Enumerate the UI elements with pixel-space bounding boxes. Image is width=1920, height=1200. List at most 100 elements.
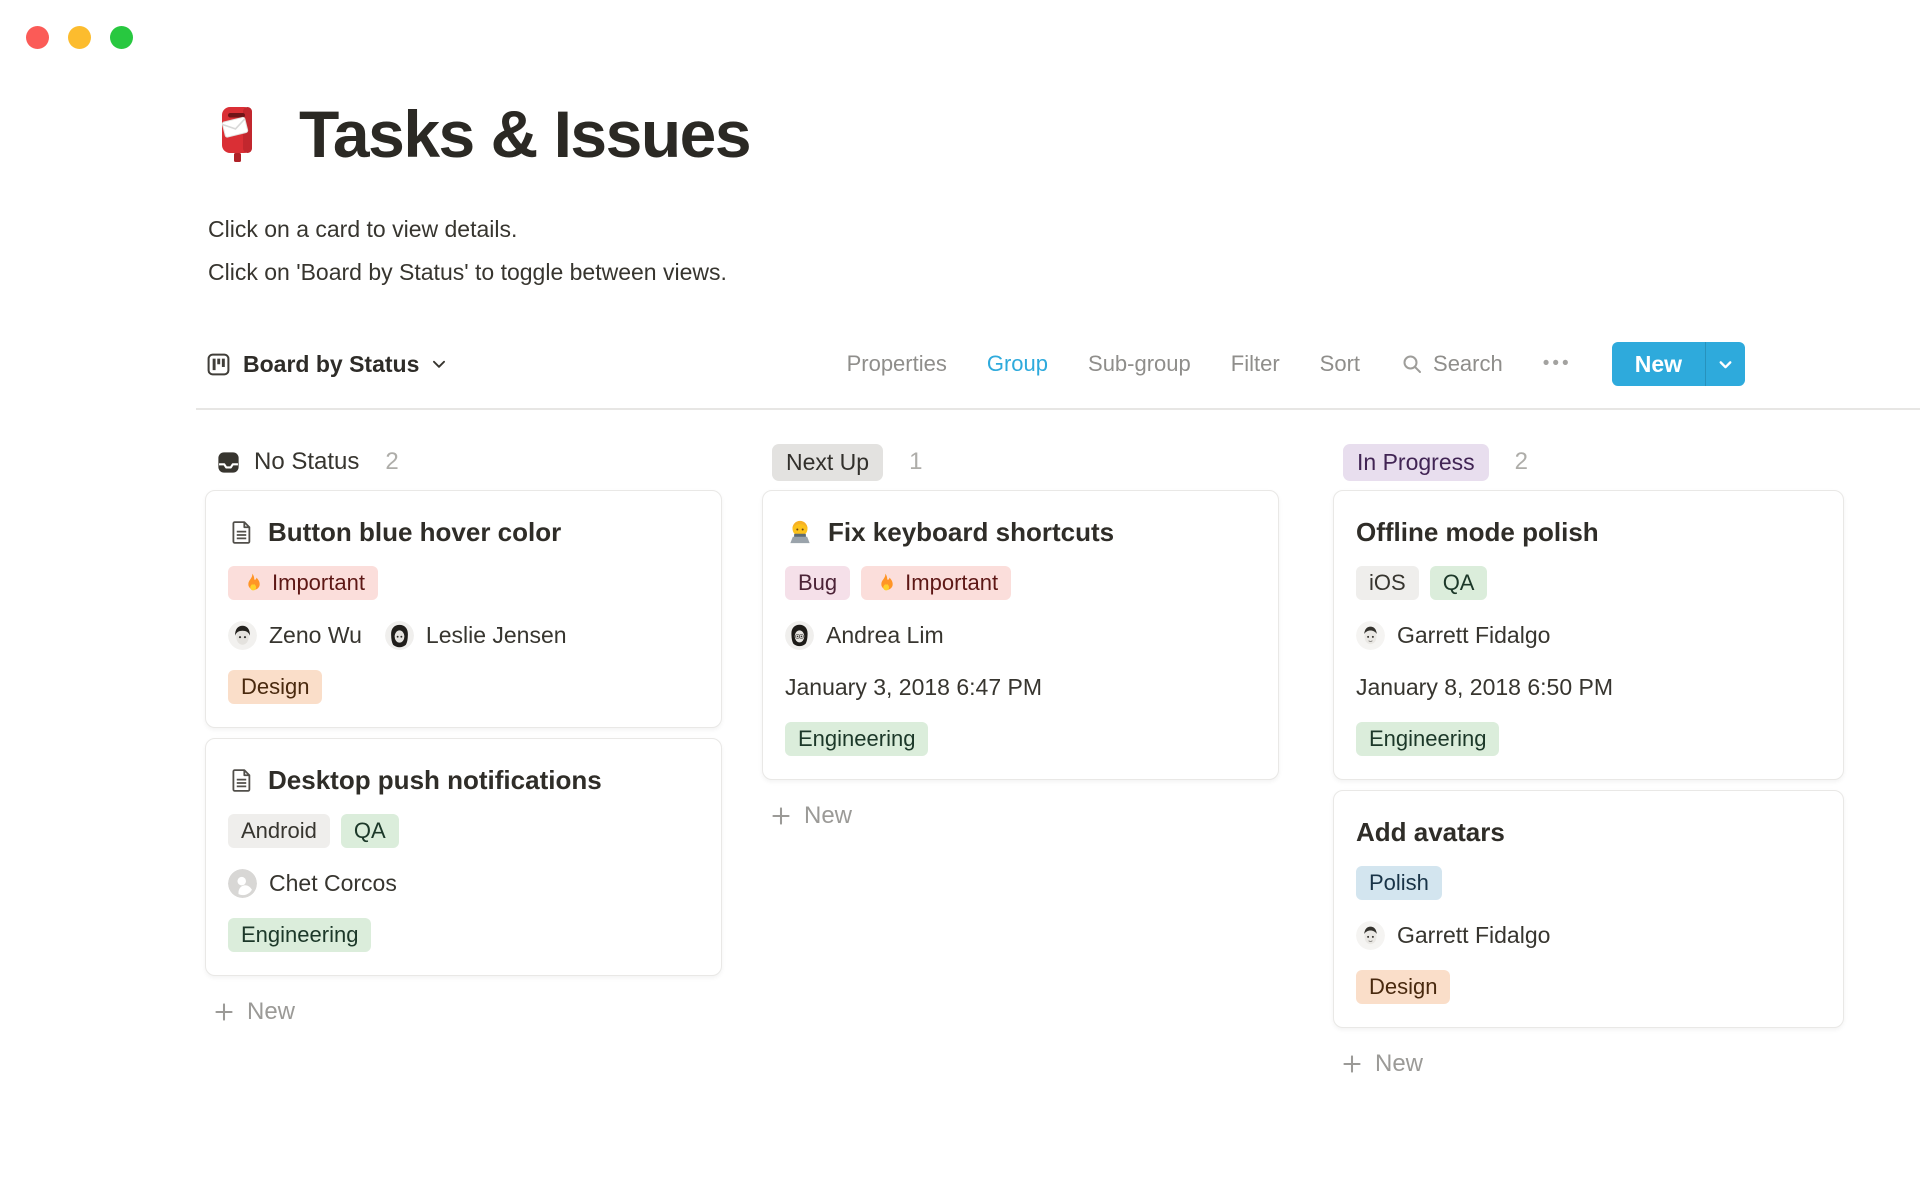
tag-pill: Engineering <box>1356 722 1500 756</box>
card-tags-row: Android QA <box>228 813 699 849</box>
close-window-button[interactable] <box>26 26 49 49</box>
plus-icon <box>770 805 792 827</box>
toolbar-actions: Properties Group Sub-group Filter Sort S… <box>847 342 1745 386</box>
person-name: Zeno Wu <box>269 621 362 648</box>
description-line: Click on a card to view details. <box>208 216 518 242</box>
properties-menu-item[interactable]: Properties <box>847 351 947 377</box>
tag-pill: Bug <box>785 566 851 600</box>
postbox-emoji-icon <box>207 101 271 167</box>
person-name: Garrett Fidalgo <box>1397 621 1551 648</box>
person: Garrett Fidalgo <box>1356 620 1551 650</box>
card-tags-row: Engineering <box>785 721 1256 757</box>
card-tags-row: Engineering <box>228 917 699 953</box>
board-card[interactable]: Add avatars Polish Garrett Fidalgo Desig… <box>1333 790 1844 1028</box>
card-tags-row: Design <box>1356 969 1821 1005</box>
tag-pill: Important <box>228 566 378 600</box>
card-tags-row: Important <box>228 565 699 601</box>
sort-menu-item[interactable]: Sort <box>1320 351 1360 377</box>
card-title-row: Add avatars <box>1356 815 1821 849</box>
person: Andrea Lim <box>785 620 944 650</box>
technologist-emoji-icon <box>785 517 815 547</box>
new-button-group: New <box>1611 342 1745 386</box>
card-title-row: Fix keyboard shortcuts <box>785 515 1256 549</box>
add-card-button[interactable]: New <box>762 796 1279 836</box>
column-header[interactable]: Next Up 1 <box>762 440 1279 484</box>
view-toolbar: Board by Status Properties Group Sub-gro… <box>205 338 1745 390</box>
card-title: Button blue hover color <box>268 517 562 547</box>
card-date: January 3, 2018 6:47 PM <box>785 673 1042 700</box>
tag-pill: QA <box>340 814 399 848</box>
page-title: Tasks & Issues <box>299 97 752 171</box>
fire-emoji-icon <box>241 572 263 594</box>
zoom-window-button[interactable] <box>110 26 133 49</box>
board-card[interactable]: Button blue hover color Important Zeno W… <box>205 490 722 728</box>
sub-group-menu-item[interactable]: Sub-group <box>1088 351 1191 377</box>
card-title: Offline mode polish <box>1356 517 1599 547</box>
description-line: Click on 'Board by Status' to toggle bet… <box>208 259 727 285</box>
plus-icon <box>1341 1053 1363 1075</box>
board-column-next-up: Next Up 1 Fix keyboard shortcuts Bug Imp… <box>762 440 1279 836</box>
page-header: Tasks & Issues <box>207 96 752 172</box>
card-tags-row: Design <box>228 669 699 705</box>
page-icon <box>228 519 255 546</box>
board-view-icon <box>205 351 232 378</box>
chevron-down-icon <box>430 355 448 373</box>
plus-icon <box>213 1001 235 1023</box>
person-name: Garrett Fidalgo <box>1397 921 1551 948</box>
notion-board-window: Tasks & Issues Click on a card to view d… <box>0 0 1920 1200</box>
tag-pill: Engineering <box>785 722 929 756</box>
new-button[interactable]: New <box>1612 342 1705 386</box>
page-icon <box>228 767 255 794</box>
add-card-label: New <box>247 998 296 1025</box>
add-card-label: New <box>804 802 853 829</box>
minimize-window-button[interactable] <box>68 26 91 49</box>
card-people-row: Andrea Lim <box>785 617 1256 653</box>
add-card-label: New <box>1375 1050 1424 1077</box>
board-card[interactable]: Offline mode polish iOS QA Garrett Fidal… <box>1333 490 1844 780</box>
person-name: Leslie Jensen <box>425 621 567 648</box>
card-title-row: Desktop push notifications <box>228 763 699 797</box>
view-switcher[interactable]: Board by Status <box>205 351 448 378</box>
board-card[interactable]: Fix keyboard shortcuts Bug Important And… <box>762 490 1279 780</box>
add-card-button[interactable]: New <box>1333 1044 1844 1084</box>
column-status-pill: Next Up <box>772 443 884 481</box>
person: Zeno Wu <box>228 620 362 650</box>
search-label: Search <box>1433 351 1503 376</box>
tag-pill: Engineering <box>228 918 372 952</box>
card-tags-row: Engineering <box>1356 721 1821 757</box>
search-button[interactable]: Search <box>1400 351 1503 377</box>
card-title-row: Button blue hover color <box>228 515 699 549</box>
board-column-in-progress: In Progress 2 Offline mode polish iOS QA <box>1333 440 1844 1084</box>
more-options-button[interactable]: ••• <box>1543 353 1572 375</box>
column-header[interactable]: No Status 2 <box>205 440 722 484</box>
tag-pill: Design <box>1356 970 1451 1004</box>
card-people-row: Zeno Wu Leslie Jensen <box>228 617 699 653</box>
add-card-button[interactable]: New <box>205 992 722 1032</box>
card-date: January 8, 2018 6:50 PM <box>1356 673 1613 700</box>
column-header[interactable]: In Progress 2 <box>1333 440 1844 484</box>
tag-pill: iOS <box>1356 566 1419 600</box>
card-tags-row: iOS QA <box>1356 565 1821 601</box>
card-date-row: January 3, 2018 6:47 PM <box>785 669 1256 705</box>
avatar <box>785 620 814 650</box>
avatar <box>1356 620 1385 650</box>
person: Garrett Fidalgo <box>1356 920 1551 950</box>
tag-pill: QA <box>1429 566 1488 600</box>
card-date-row: January 8, 2018 6:50 PM <box>1356 669 1821 705</box>
column-count: 2 <box>1514 448 1528 475</box>
filter-menu-item[interactable]: Filter <box>1231 351 1280 377</box>
tag-pill: Important <box>861 566 1012 600</box>
card-title: Fix keyboard shortcuts <box>828 517 1115 547</box>
fire-emoji-icon <box>874 572 896 594</box>
new-button-dropdown[interactable] <box>1705 342 1745 386</box>
avatar <box>384 620 414 650</box>
window-controls <box>26 26 133 49</box>
board-card[interactable]: Desktop push notifications Android QA Ch… <box>205 738 722 976</box>
tag-pill: Design <box>228 670 323 704</box>
column-count: 1 <box>909 448 923 475</box>
search-icon <box>1400 352 1424 376</box>
group-menu-item[interactable]: Group <box>987 351 1048 377</box>
card-people-row: Chet Corcos <box>228 865 699 901</box>
card-title: Add avatars <box>1356 817 1505 847</box>
card-tags-row: Bug Important <box>785 565 1256 601</box>
